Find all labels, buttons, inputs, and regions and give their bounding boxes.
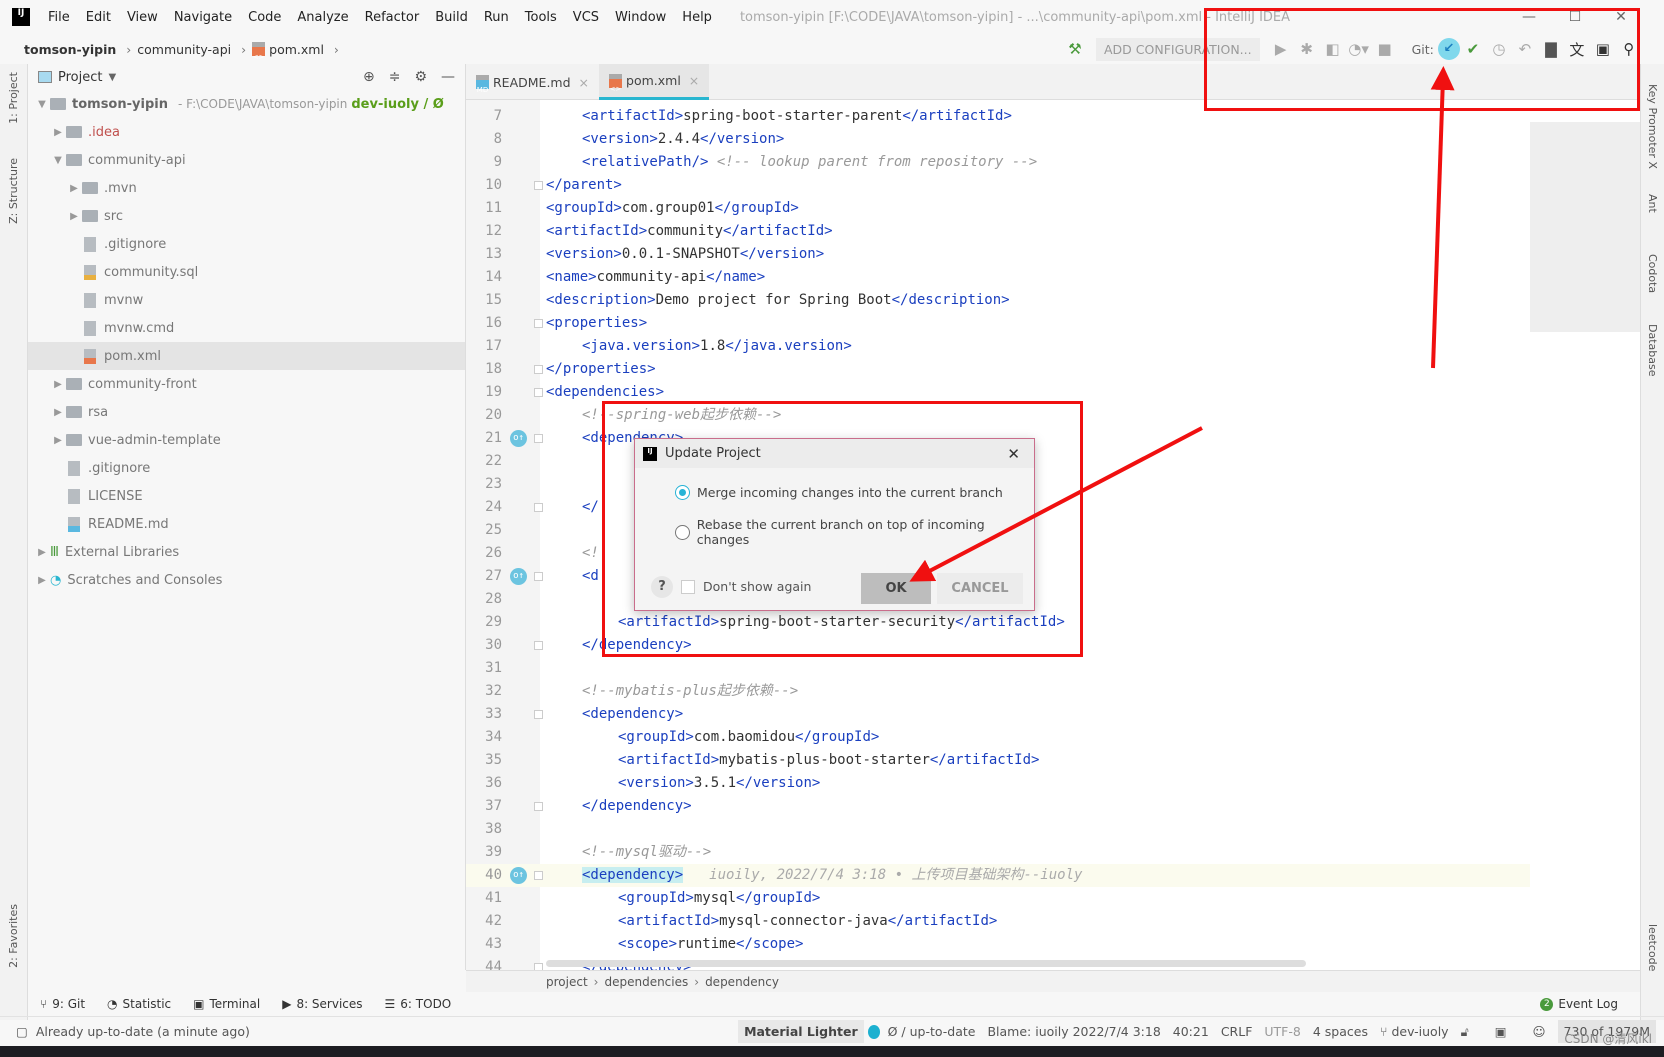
annotation-arrows (909, 66, 1455, 582)
arrow-to-git-update (1430, 66, 1455, 369)
arrow-to-ok (909, 426, 1203, 582)
